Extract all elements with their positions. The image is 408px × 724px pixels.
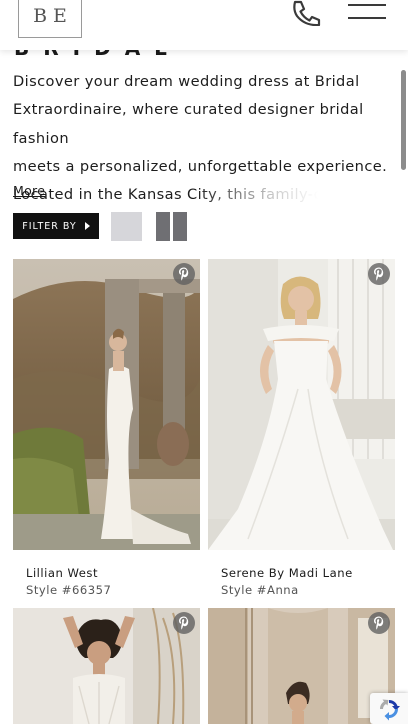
product-image[interactable]	[13, 259, 200, 550]
recaptcha-badge[interactable]	[370, 693, 408, 724]
hamburger-menu-button[interactable]	[348, 4, 390, 24]
pinterest-button[interactable]	[173, 263, 195, 285]
site-logo[interactable]: BE	[18, 0, 82, 38]
product-card[interactable]: Serene By Madi Lane Style #Anna	[208, 259, 395, 604]
recaptcha-icon	[379, 699, 400, 720]
filter-by-button[interactable]: FILTER BY	[13, 213, 99, 239]
site-header: BE	[0, 0, 408, 50]
more-link[interactable]: More	[13, 183, 45, 198]
intro-line: Discover your dream wedding dress at Bri…	[13, 73, 360, 90]
product-image[interactable]	[208, 608, 395, 724]
product-card[interactable]: Lillian West Style #66357	[13, 259, 200, 604]
product-image[interactable]	[13, 608, 200, 724]
filter-by-label: FILTER BY	[22, 220, 77, 232]
intro-line: meets a personalized, unforgettable expe…	[13, 157, 388, 175]
single-column-view-icon[interactable]	[111, 212, 142, 241]
product-name[interactable]: Lillian West	[26, 566, 98, 580]
product-name[interactable]: Serene By Madi Lane	[221, 566, 353, 580]
product-style: Style #66357	[26, 583, 112, 597]
pinterest-icon	[374, 616, 384, 630]
product-card[interactable]	[208, 608, 395, 724]
phone-button[interactable]	[290, 0, 322, 26]
product-image[interactable]	[208, 259, 395, 550]
pinterest-icon	[179, 267, 189, 281]
caret-right-icon	[84, 222, 90, 230]
intro-line-faded: Located in the Kansas City, this family-…	[13, 181, 345, 209]
logo-text: BE	[33, 5, 73, 27]
menu-bar	[348, 17, 386, 19]
pinterest-icon	[179, 616, 189, 630]
pinterest-icon	[374, 267, 384, 281]
view-column	[173, 212, 187, 241]
menu-bar	[348, 4, 386, 6]
view-column	[156, 212, 170, 241]
two-column-view-icon[interactable]	[156, 212, 187, 241]
product-card[interactable]	[13, 608, 200, 724]
page-scrollbar[interactable]	[401, 70, 406, 170]
product-style: Style #Anna	[221, 583, 299, 597]
pinterest-button[interactable]	[368, 263, 390, 285]
intro-paragraph: Discover your dream wedding dress at Bri…	[13, 68, 397, 209]
pinterest-button[interactable]	[173, 612, 195, 634]
phone-icon	[293, 0, 321, 26]
intro-line: Extraordinaire, where curated designer b…	[13, 101, 364, 147]
pinterest-button[interactable]	[368, 612, 390, 634]
